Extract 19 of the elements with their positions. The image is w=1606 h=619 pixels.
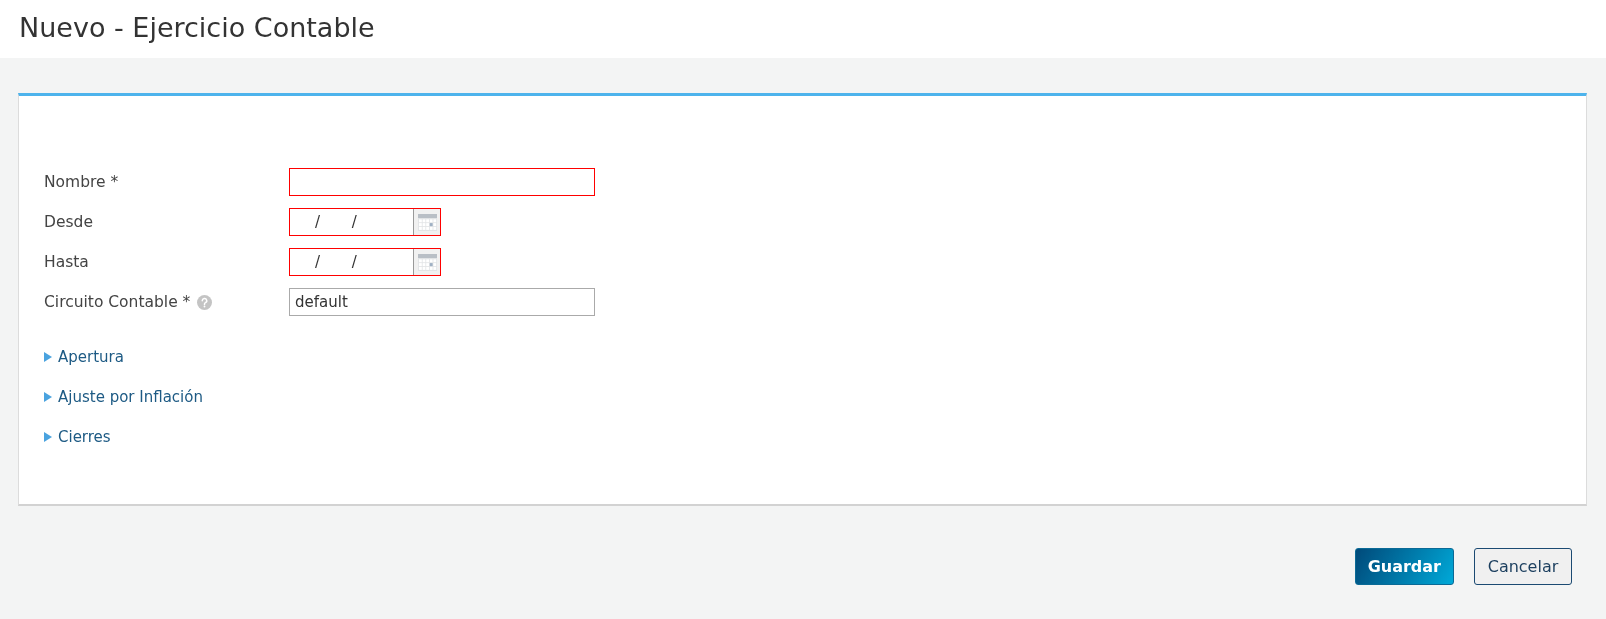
date-input-field[interactable]: / / — [289, 248, 441, 276]
calendar-button[interactable] — [413, 209, 440, 235]
text-input-field[interactable] — [289, 168, 595, 196]
cancel-button[interactable]: Cancelar — [1474, 548, 1572, 585]
field-label: Hasta — [44, 253, 89, 271]
section-toggle-link[interactable]: Cierres — [44, 428, 111, 446]
calendar-icon — [417, 253, 437, 271]
help-icon[interactable] — [197, 294, 213, 310]
page-title: Nuevo - Ejercicio Contable — [19, 11, 375, 45]
field-label: Nombre * — [44, 173, 119, 191]
field-label: Desde — [44, 213, 93, 231]
section-toggle-link[interactable]: Ajuste por Inflación — [44, 388, 203, 406]
calendar-button[interactable] — [413, 249, 440, 275]
date-input-field[interactable]: / / — [289, 208, 441, 236]
section-toggle-link[interactable]: Apertura — [44, 348, 124, 366]
save-button[interactable]: Guardar — [1354, 548, 1454, 585]
calendar-icon — [417, 213, 437, 231]
text-input-field[interactable]: default — [289, 288, 595, 316]
field-label: Circuito Contable * — [44, 293, 191, 311]
